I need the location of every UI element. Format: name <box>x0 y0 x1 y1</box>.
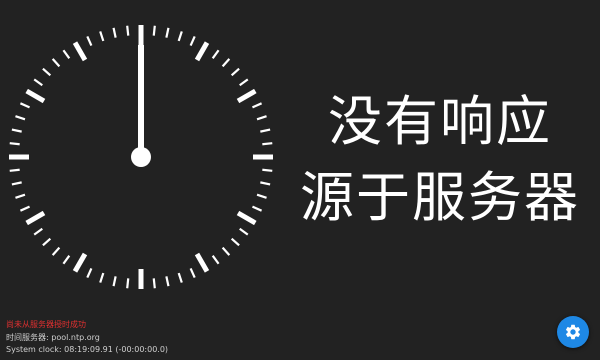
minute-tick <box>230 237 240 247</box>
minute-tick <box>19 205 30 212</box>
minute-tick <box>112 276 117 287</box>
minute-tick <box>262 168 273 172</box>
sync-error-message: 尚未从服务器授时成功 <box>6 320 86 329</box>
minute-tick <box>165 276 170 287</box>
minute-tick <box>126 25 130 36</box>
headline-line-2: 源于服务器 <box>300 166 580 229</box>
minute-tick <box>11 181 22 186</box>
minute-tick <box>15 115 26 121</box>
minute-tick <box>256 115 267 121</box>
minute-tick <box>177 31 183 42</box>
minute-tick <box>33 78 43 87</box>
hour-tick <box>72 41 88 62</box>
minute-tick <box>189 35 196 46</box>
minute-tick <box>11 128 22 133</box>
minute-tick <box>42 67 52 77</box>
minute-tick <box>99 272 105 283</box>
minute-tick <box>51 58 61 68</box>
hour-tick <box>25 210 46 226</box>
minute-tick <box>86 35 93 46</box>
clock-center-pin <box>131 147 151 167</box>
time-server-label: 时间服务器: pool.ntp.org <box>6 333 100 342</box>
system-clock-readout: System clock: 08:19:09.91 (-00:00:00.0) <box>6 345 169 354</box>
minute-tick <box>256 193 267 199</box>
minute-tick <box>230 67 240 77</box>
minute-tick <box>177 272 183 283</box>
gear-icon <box>565 324 581 340</box>
hour-tick <box>25 88 46 104</box>
minute-tick <box>260 181 271 186</box>
minute-tick <box>62 255 71 265</box>
minute-tick <box>86 268 93 279</box>
minute-tick <box>252 102 263 109</box>
minute-tick <box>112 27 117 38</box>
minute-tick <box>51 246 61 256</box>
minute-tick <box>221 246 231 256</box>
minute-tick <box>239 227 249 236</box>
headline-line-1: 没有响应 <box>328 90 552 153</box>
minute-tick <box>239 78 249 87</box>
minute-tick <box>62 49 71 59</box>
minute-tick <box>33 227 43 236</box>
minute-tick <box>152 278 156 289</box>
minute-tick <box>260 128 271 133</box>
minute-tick <box>126 278 130 289</box>
minute-tick <box>15 193 26 199</box>
hour-tick <box>236 88 257 104</box>
hour-tick <box>72 252 88 273</box>
hour-tick <box>194 252 210 273</box>
minute-tick <box>19 102 30 109</box>
minute-tick <box>189 268 196 279</box>
minute-tick <box>99 31 105 42</box>
minute-tick <box>211 49 220 59</box>
minute-tick <box>221 58 231 68</box>
minute-tick <box>42 237 52 247</box>
minute-tick <box>152 25 156 36</box>
minute-tick <box>262 142 273 146</box>
minute-tick <box>211 255 220 265</box>
settings-button[interactable] <box>557 316 589 348</box>
minute-tick <box>252 205 263 212</box>
status-headline: 没有响应 源于服务器 <box>280 84 600 236</box>
minute-tick <box>165 27 170 38</box>
hour-tick <box>236 210 257 226</box>
hour-tick <box>194 41 210 62</box>
minute-tick <box>9 168 20 172</box>
minute-tick <box>9 142 20 146</box>
